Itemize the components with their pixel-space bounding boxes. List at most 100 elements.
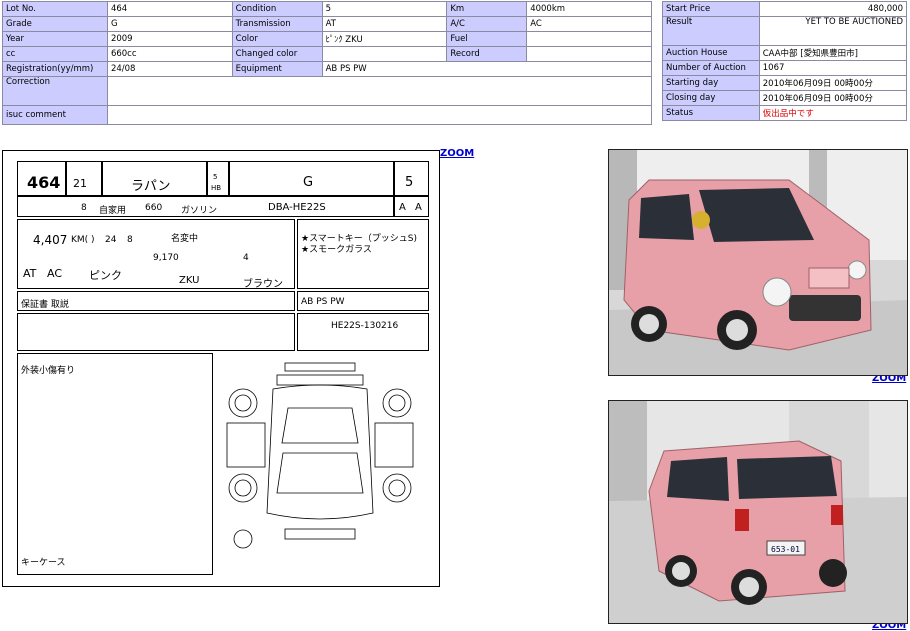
changed-color-value (321, 46, 448, 62)
sheet-inspection-month: 8 (127, 235, 133, 245)
isuc-comment-label: isuc comment (2, 105, 108, 125)
sheet-km-unit: KM( ) (71, 235, 95, 245)
sheet-int-grade: A (415, 202, 422, 213)
closing-day-value: 2010年06月09日 00時00分 (758, 90, 908, 106)
cc-value: 660cc (106, 46, 233, 62)
sheet-ext-grade: A (399, 202, 406, 213)
table-row: Starting day 2010年06月09日 00時00分 (662, 75, 908, 91)
correction-value (106, 76, 653, 106)
closing-day-label: Closing day (662, 90, 760, 106)
year-label: Year (2, 31, 108, 47)
ac-value: AC (526, 16, 652, 32)
sheet-score: 5 (405, 175, 414, 190)
table-row: Year 2009 Color ﾋﾟﾝｸ ZKU Fuel (2, 31, 652, 47)
sheet-km: 4,407 (33, 233, 68, 247)
table-row: Lot No. 464 Condition 5 Km 4000km (2, 1, 652, 17)
sheet-point-2: ★スモークガラス (301, 245, 372, 255)
equipment-label: Equipment (231, 61, 323, 77)
table-row: Grade G Transmission AT A/C AC (2, 16, 652, 32)
car-photo-front[interactable] (608, 149, 908, 376)
sheet-use: 自家用 (99, 206, 127, 216)
car-photo-rear[interactable]: 653-01 (608, 400, 908, 624)
correction-label: Correction (2, 76, 108, 106)
fuel-value (526, 31, 652, 47)
sheet-grade: G (303, 175, 314, 190)
changed-color-label: Changed color (231, 46, 323, 62)
table-row: Number of Auction 1067 (662, 60, 908, 76)
auction-info-table: Start Price 480,000 Result YET TO BE AUC… (662, 1, 908, 121)
sheet-notes-box (17, 313, 295, 351)
sheet-model: DBA-HE22S (268, 202, 326, 213)
table-row: cc 660cc Changed color Record (2, 46, 652, 62)
sheet-equipment: AB PS PW (301, 297, 345, 307)
table-row: Result YET TO BE AUCTIONED (662, 16, 908, 46)
sheet-inspector-note: 外装小傷有り (21, 366, 76, 376)
sheet-cc: 660 (145, 203, 163, 213)
color-value: ﾋﾟﾝｸ ZKU (321, 31, 448, 47)
start-price-value: 480,000 (758, 1, 908, 17)
starting-day-label: Starting day (662, 75, 760, 91)
transmission-label: Transmission (231, 16, 323, 32)
number-of-auction-label: Number of Auction (662, 60, 760, 76)
table-row: Correction (2, 76, 653, 106)
sheet-fuel: ガソリン (181, 206, 218, 216)
fuel-label: Fuel (446, 31, 528, 47)
sheet-docs: 保証書 取説 (21, 300, 69, 310)
record-value (526, 46, 652, 62)
starting-day-value: 2010年06月09日 00時00分 (758, 75, 908, 91)
table-row: Closing day 2010年06月09日 00時00分 (662, 90, 908, 106)
sheet-name-change: 名変中 (171, 234, 199, 244)
condition-label: Condition (231, 1, 323, 17)
isuc-comment-value (106, 105, 653, 125)
auction-house-value: CAA中部 [愛知県豊田市] (758, 45, 908, 61)
sheet-lot-number: 464 (27, 173, 61, 192)
year-value: 2009 (106, 31, 233, 47)
table-row: isuc comment (2, 105, 653, 125)
sheet-inspection: 24 (105, 235, 117, 245)
lot-no-value: 464 (106, 1, 233, 17)
sheet-chassis-box (297, 313, 429, 351)
start-price-label: Start Price (662, 1, 760, 17)
car-front-image (609, 150, 907, 375)
equipment-value: AB PS PW (321, 61, 653, 77)
sheet-car-name: ラパン (131, 179, 171, 194)
km-value: 4000km (526, 1, 652, 17)
transmission-value: AT (321, 16, 448, 32)
sheet-ac: AC (47, 267, 63, 280)
sheet-chassis: HE22S-130216 (331, 321, 399, 331)
sheet-doors: 5 (213, 173, 218, 181)
grade-value: G (106, 16, 233, 32)
condition-value: 5 (321, 1, 448, 17)
sheet-body: HB (211, 184, 222, 192)
table-row: Auction House CAA中部 [愛知県豊田市] (662, 45, 908, 61)
ac-label: A/C (446, 16, 528, 32)
lot-info-table: Lot No. 464 Condition 5 Km 4000km Grade … (2, 1, 653, 125)
sheet-tax: 9,170 (153, 253, 179, 263)
lot-no-label: Lot No. (2, 1, 108, 17)
number-of-auction-value: 1067 (758, 60, 908, 76)
grade-label: Grade (2, 16, 108, 32)
zoom-link-sheet[interactable]: ZOOM (440, 148, 474, 159)
auction-sheet-image[interactable]: 464 21 ラパン 5 HB G 5 8 自家用 660 ガソリン DBA-H… (2, 150, 440, 587)
rear-plate-text: 653-01 (771, 545, 800, 554)
registration-value: 24/08 (106, 61, 233, 77)
km-label: Km (446, 1, 528, 17)
color-label: Color (231, 31, 323, 47)
status-label: Status (662, 105, 760, 121)
sheet-interior: ブラウン (243, 279, 283, 290)
car-damage-diagram (226, 362, 414, 549)
result-label: Result (662, 16, 760, 46)
table-row: Registration(yy/mm) 24/08 Equipment AB P… (2, 61, 653, 77)
sheet-year: 21 (73, 177, 87, 190)
auction-house-label: Auction House (662, 45, 760, 61)
sheet-capacity: 4 (243, 253, 249, 263)
sheet-color: ピンク (89, 269, 122, 282)
sheet-accessories: キーケース (21, 558, 66, 568)
table-row: Status 仮出品中です (662, 105, 908, 121)
car-rear-image: 653-01 (609, 401, 907, 623)
sheet-inspector-box (17, 353, 213, 575)
sheet-color-code: ZKU (179, 275, 200, 286)
status-value: 仮出品中です (758, 105, 908, 121)
record-label: Record (446, 46, 528, 62)
cc-label: cc (2, 46, 108, 62)
